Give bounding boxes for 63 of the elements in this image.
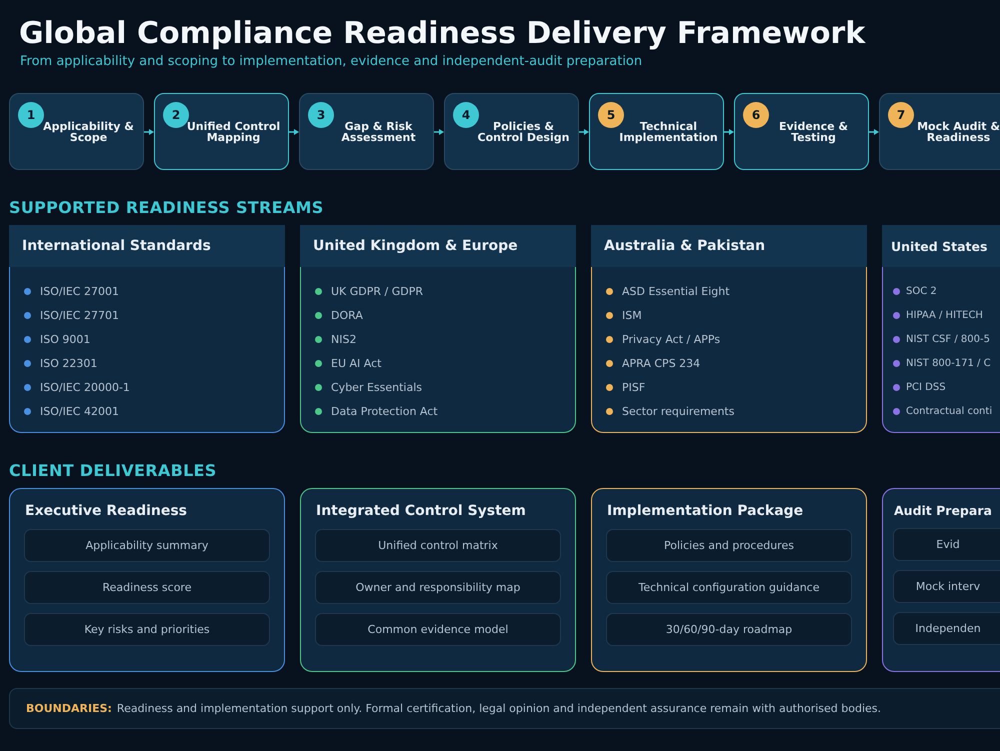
stream-item: ISO/IEC 27701 [40, 308, 119, 322]
deliverable-item: 30/60/90-day roadmap [606, 613, 852, 646]
stream-item: HIPAA / HITECH [906, 310, 983, 320]
stream-item: PCI DSS [906, 382, 946, 392]
stream-item: ISO/IEC 27001 [40, 284, 119, 298]
step-label: Gap & Risk Assessment [340, 120, 417, 142]
section-heading: SUPPORTED READINESS STREAMS [9, 198, 325, 217]
stream-item: DORA [331, 308, 363, 322]
stream-item: PISF [622, 380, 646, 394]
stream-item: NIS2 [331, 332, 356, 346]
stream-item: Sector requirements [622, 404, 734, 418]
stream-item: ASD Essential Eight [622, 284, 730, 298]
deliverable-item: Mock interv [893, 570, 1000, 603]
deliverable-title: Audit Prepara [894, 503, 993, 518]
stream-title: Australia & Pakistan [591, 225, 867, 267]
deliverable-item: Key risks and priorities [24, 613, 270, 646]
step-number: 1 [18, 102, 44, 128]
step-label: Mock Audit & Readiness [916, 120, 1000, 142]
boundaries-label: BOUNDARIES: [26, 702, 112, 715]
stream-item: UK GDPR / GDPR [331, 284, 424, 298]
stream-title: United Kingdom & Europe [300, 225, 576, 267]
deliverable-item: Readiness score [24, 571, 270, 604]
deliverable-item: Applicability summary [24, 529, 270, 562]
page-subtitle: From applicability and scoping to implementation, evidence and independent-audit preparation [20, 54, 644, 69]
deliverable-item: Independen [893, 612, 1000, 645]
deliverable-title: Executive Readiness [25, 503, 188, 519]
stream-item: Contractual conti [906, 406, 992, 416]
stream-item: Cyber Essentials [331, 380, 422, 394]
deliverable-item: Unified control matrix [315, 529, 561, 562]
step-number: 4 [453, 102, 479, 128]
stream-item: ISM [622, 308, 642, 322]
stream-item: SOC 2 [906, 286, 937, 296]
stream-item: Data Protection Act [331, 404, 438, 418]
deliverable-item: Owner and responsibility map [315, 571, 561, 604]
arrow-icon [434, 128, 444, 136]
stream-item: NIST CSF / 800-5 [906, 334, 990, 344]
stream-item: APRA CPS 234 [622, 356, 700, 370]
stream-item: EU AI Act [331, 356, 382, 370]
stream-title: United States [882, 225, 1000, 267]
step-number: 6 [743, 102, 769, 128]
deliverable-item: Policies and procedures [606, 529, 852, 562]
step-number: 3 [308, 102, 334, 128]
stream-title: International Standards [9, 225, 285, 267]
stream-item: ISO 9001 [40, 332, 90, 346]
deliverable-item: Technical configuration guidance [606, 571, 852, 604]
step-label: Policies & Control Design [476, 120, 570, 142]
section-heading: CLIENT DELIVERABLES [9, 461, 218, 480]
step-number: 5 [598, 102, 624, 128]
deliverable-item: Common evidence model [315, 613, 561, 646]
stream-item: ISO 22301 [40, 356, 98, 370]
deliverable-item: Evid [893, 528, 1000, 561]
stream-item: NIST 800-171 / C [906, 358, 991, 368]
deliverable-title: Implementation Package [607, 503, 804, 519]
step-label: Evidence & Testing [778, 120, 850, 142]
stream-item: ISO/IEC 20000-1 [40, 380, 130, 394]
step-label: Applicability & Scope [42, 120, 135, 142]
step-number: 7 [888, 102, 914, 128]
page-title: Global Compliance Readiness Delivery Framework [19, 16, 866, 52]
boundaries-text: Readiness and implementation support only. Formal certification, legal opinion and independent assurance remain with authorised bodies. [116, 702, 882, 715]
stream-item: ISO/IEC 42001 [40, 404, 119, 418]
deliverable-title: Integrated Control System [316, 503, 527, 519]
step-number: 2 [163, 102, 189, 128]
stream-item: Privacy Act / APPs [622, 332, 720, 346]
